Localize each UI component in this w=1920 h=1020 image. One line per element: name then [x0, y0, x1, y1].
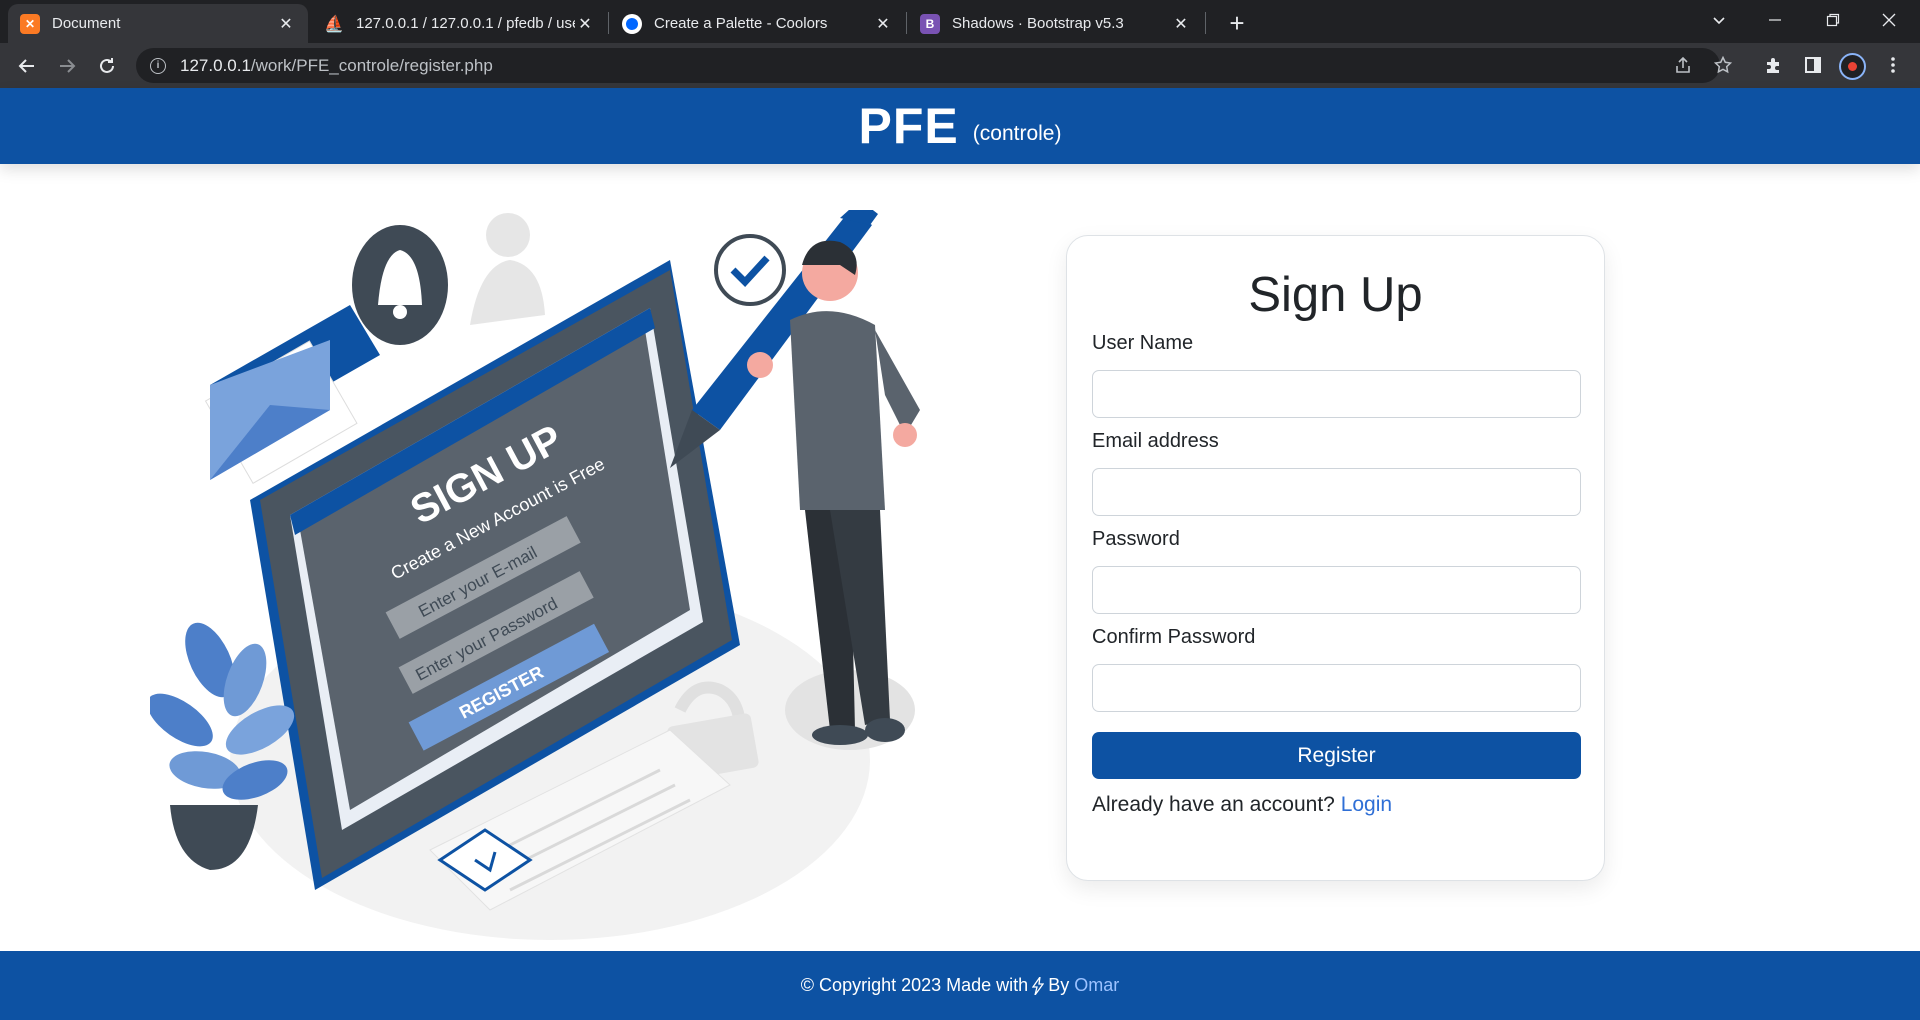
footer-by: By [1048, 975, 1070, 995]
email-label: Email address [1092, 430, 1219, 452]
checkmark-bubble-icon [714, 234, 786, 306]
signup-illustration: SIGN UP Create a New Account is Free Ent… [150, 210, 920, 940]
close-window-icon[interactable] [1866, 0, 1912, 40]
reload-icon[interactable] [91, 50, 123, 82]
tab-title: Document [52, 15, 121, 32]
tab-title: 127.0.0.1 / 127.0.0.1 / pfedb / use [356, 15, 575, 32]
user-silhouette-icon [470, 213, 545, 325]
form-title: Sign Up [1248, 268, 1423, 322]
bell-icon [352, 225, 448, 345]
tab-divider [608, 12, 609, 34]
close-icon[interactable]: ✕ [575, 14, 595, 34]
bootstrap-icon: B [920, 13, 940, 34]
minimize-icon[interactable] [1752, 0, 1798, 40]
phpmyadmin-icon: ⛵ [324, 15, 344, 33]
restore-icon[interactable] [1810, 0, 1856, 40]
confirm-password-field[interactable] [1092, 664, 1581, 712]
tab-coolors[interactable]: Create a Palette - Coolors ✕ [610, 4, 905, 43]
close-icon[interactable]: ✕ [873, 14, 893, 34]
username-label: User Name [1092, 332, 1194, 354]
profile-avatar-icon[interactable] [1839, 53, 1866, 80]
login-prompt-text: Already have an account? [1092, 793, 1335, 816]
login-link[interactable]: Login [1341, 793, 1392, 816]
footer-author-link[interactable]: Omar [1074, 975, 1119, 996]
tab-title: Create a Palette - Coolors [654, 15, 828, 32]
confirm-password-label: Confirm Password [1092, 626, 1256, 648]
tab-search-chevron-icon[interactable] [1696, 0, 1742, 40]
email-field[interactable] [1092, 468, 1581, 516]
username-field[interactable] [1092, 370, 1581, 418]
share-icon[interactable] [1668, 50, 1698, 80]
lightning-bolt-icon [1032, 976, 1045, 995]
password-field[interactable] [1092, 566, 1581, 614]
close-icon[interactable]: ✕ [276, 14, 296, 34]
brand-title: PFE [858, 98, 959, 154]
signup-card: Sign Up User Name Email address Password… [1066, 235, 1605, 881]
password-label: Password [1092, 528, 1180, 550]
tab-title: Shadows · Bootstrap v5.3 [952, 15, 1124, 32]
tab-divider [1205, 12, 1206, 34]
register-button[interactable]: Register [1092, 732, 1581, 779]
tab-bootstrap[interactable]: B Shadows · Bootstrap v5.3 ✕ [908, 4, 1203, 43]
side-panel-icon[interactable] [1798, 50, 1828, 80]
footer-copyright: © Copyright 2023 Made with [800, 975, 1029, 995]
menu-kebab-icon[interactable] [1878, 50, 1908, 80]
browser-tab-bar: ✕ Document ✕ ⛵ 127.0.0.1 / 127.0.0.1 / p… [0, 0, 1920, 43]
brand-subtitle: (controle) [972, 122, 1062, 145]
browser-toolbar: i 127.0.0.1/work/PFE_controle/register.p… [0, 43, 1920, 88]
bookmark-star-icon[interactable] [1708, 50, 1738, 80]
site-info-icon[interactable]: i [150, 57, 166, 74]
site-footer: © Copyright 2023 Made with By Omar [0, 951, 1920, 1020]
tab-phpmyadmin[interactable]: ⛵ 127.0.0.1 / 127.0.0.1 / pfedb / use ✕ [312, 4, 607, 43]
coolors-icon [622, 13, 642, 34]
forward-arrow-icon[interactable] [51, 50, 83, 82]
back-arrow-icon[interactable] [11, 50, 43, 82]
login-prompt-line: Already have an account? Login [1092, 793, 1579, 817]
url-text: 127.0.0.1/work/PFE_controle/register.php [180, 55, 493, 75]
site-header: PFE (controle) [0, 88, 1920, 164]
tab-divider [906, 12, 907, 34]
address-bar[interactable]: i 127.0.0.1/work/PFE_controle/register.p… [136, 48, 1720, 83]
tab-document[interactable]: ✕ Document ✕ [8, 4, 308, 43]
xampp-icon: ✕ [20, 13, 40, 34]
close-icon[interactable]: ✕ [1171, 14, 1191, 34]
extensions-puzzle-icon[interactable] [1758, 50, 1788, 80]
new-tab-plus-icon[interactable]: + [1222, 8, 1252, 38]
